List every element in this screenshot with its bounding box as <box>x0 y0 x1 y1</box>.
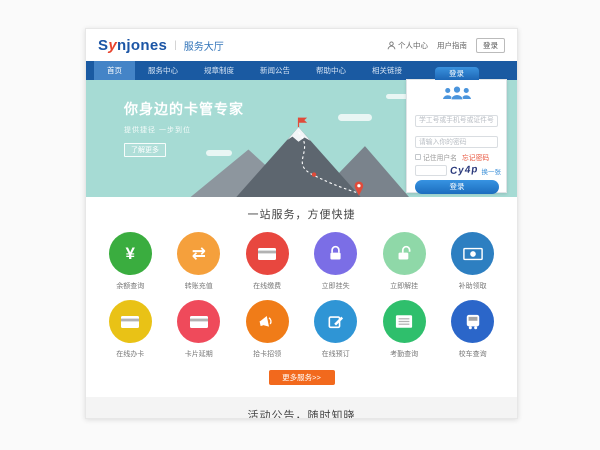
logo-part2: njones <box>117 37 167 54</box>
logo-part1: S <box>98 37 108 54</box>
service-item-card-renewal[interactable]: 卡片延期 <box>164 300 232 359</box>
remember-row: 记住用户名 忘记密码 <box>415 152 498 162</box>
announcements-title: 活动公告，随时知晓 <box>86 407 517 419</box>
service-item-attendance[interactable]: 考勤查询 <box>370 300 438 359</box>
bus-icon <box>451 300 494 343</box>
login-submit-button[interactable]: 登录 <box>415 180 499 194</box>
service-item-pay-online[interactable]: 在线缴费 <box>233 232 301 291</box>
edit-icon <box>314 300 357 343</box>
person-icon <box>387 41 396 50</box>
hero-title: 你身边的卡管专家 <box>124 99 244 119</box>
service-item-balance[interactable]: ¥ 余额查询 <box>96 232 164 291</box>
logo-divider: | <box>174 40 177 51</box>
service-item-lost-found[interactable]: 拾卡招领 <box>233 300 301 359</box>
service-item-transfer[interactable]: ⇄ 转账充值 <box>164 232 232 291</box>
unlock-icon <box>383 232 426 275</box>
list-icon <box>383 300 426 343</box>
yen-icon: ¥ <box>109 232 152 275</box>
announcements-section: 活动公告，随时知晓 使用指南 最新公告 更多>> 使用指南 更多>> <box>86 397 517 419</box>
logo-accent: y <box>108 37 117 54</box>
nav-item-home[interactable]: 首页 <box>94 61 135 80</box>
nav-item-help-center[interactable]: 帮助中心 <box>303 61 359 80</box>
bank-card-icon <box>177 300 220 343</box>
login-panel: 登录 记住用户名 忘记密码 Cy4p 换一张 登录 <box>406 79 507 193</box>
captcha-row: Cy4p 换一张 <box>415 165 498 176</box>
nav-item-service-center[interactable]: 服务中心 <box>135 61 191 80</box>
personal-center-label: 个人中心 <box>398 40 428 51</box>
service-item-apply-card[interactable]: 在线办卡 <box>96 300 164 359</box>
hero-cta-button[interactable]: 了解更多 <box>124 143 166 157</box>
login-users <box>415 85 498 106</box>
service-item-subsidy[interactable]: 补助领取 <box>438 232 506 291</box>
hero-text: 你身边的卡管专家 提供捷径 一步到位 了解更多 <box>124 99 244 157</box>
service-item-report-loss[interactable]: 立即挂失 <box>301 232 369 291</box>
bank-card-icon <box>109 300 152 343</box>
personal-center-link[interactable]: 个人中心 <box>387 40 428 51</box>
remember-label: 记住用户名 <box>423 152 457 162</box>
bank-card-icon <box>246 232 289 275</box>
lock-icon <box>314 232 357 275</box>
hero-subtitle: 提供捷径 一步到位 <box>124 125 244 135</box>
nav-item-rules[interactable]: 规章制度 <box>191 61 247 80</box>
captcha-image[interactable]: Cy4p <box>450 164 479 177</box>
nav-item-news[interactable]: 新闻公告 <box>247 61 303 80</box>
more-services-button[interactable]: 更多服务>> <box>269 370 335 385</box>
captcha-refresh-link[interactable]: 换一张 <box>481 166 501 176</box>
user-guide-label: 用户指南 <box>437 40 467 51</box>
cloud-decor <box>386 94 408 99</box>
login-tab[interactable]: 登录 <box>435 67 479 80</box>
site-name: 服务大厅 <box>184 38 224 53</box>
header-login-button[interactable]: 登录 <box>476 38 505 53</box>
synjones-logo: Synjones <box>98 37 167 54</box>
header: Synjones | 服务大厅 个人中心 用户指南 登录 <box>86 29 517 61</box>
username-input[interactable] <box>415 115 498 127</box>
captcha-input[interactable] <box>415 165 447 176</box>
service-item-online-booking[interactable]: 在线预订 <box>301 300 369 359</box>
remember-checkbox[interactable] <box>415 154 421 160</box>
password-input[interactable] <box>415 136 498 148</box>
portal-page: Synjones | 服务大厅 个人中心 用户指南 登录 首页 服务中心 规章制… <box>85 28 518 419</box>
service-item-unfreeze[interactable]: 立即解挂 <box>370 232 438 291</box>
forgot-password-link[interactable]: 忘记密码 <box>462 152 489 162</box>
megaphone-icon <box>246 300 289 343</box>
nav-item-links[interactable]: 相关链接 <box>359 61 415 80</box>
services-title: 一站服务，方便快捷 <box>86 206 517 222</box>
transfer-arrows-icon: ⇄ <box>177 232 220 275</box>
services-section: 一站服务，方便快捷 ¥ 余额查询 ⇄ 转账充值 在线缴费 立即挂失 <box>86 197 517 385</box>
banknote-icon <box>451 232 494 275</box>
user-guide-link[interactable]: 用户指南 <box>437 40 467 51</box>
header-right: 个人中心 用户指南 登录 <box>387 38 505 53</box>
users-group-icon <box>440 85 474 101</box>
service-item-school-bus[interactable]: 校车查询 <box>438 300 506 359</box>
services-grid: ¥ 余额查询 ⇄ 转账充值 在线缴费 立即挂失 <box>86 222 517 368</box>
